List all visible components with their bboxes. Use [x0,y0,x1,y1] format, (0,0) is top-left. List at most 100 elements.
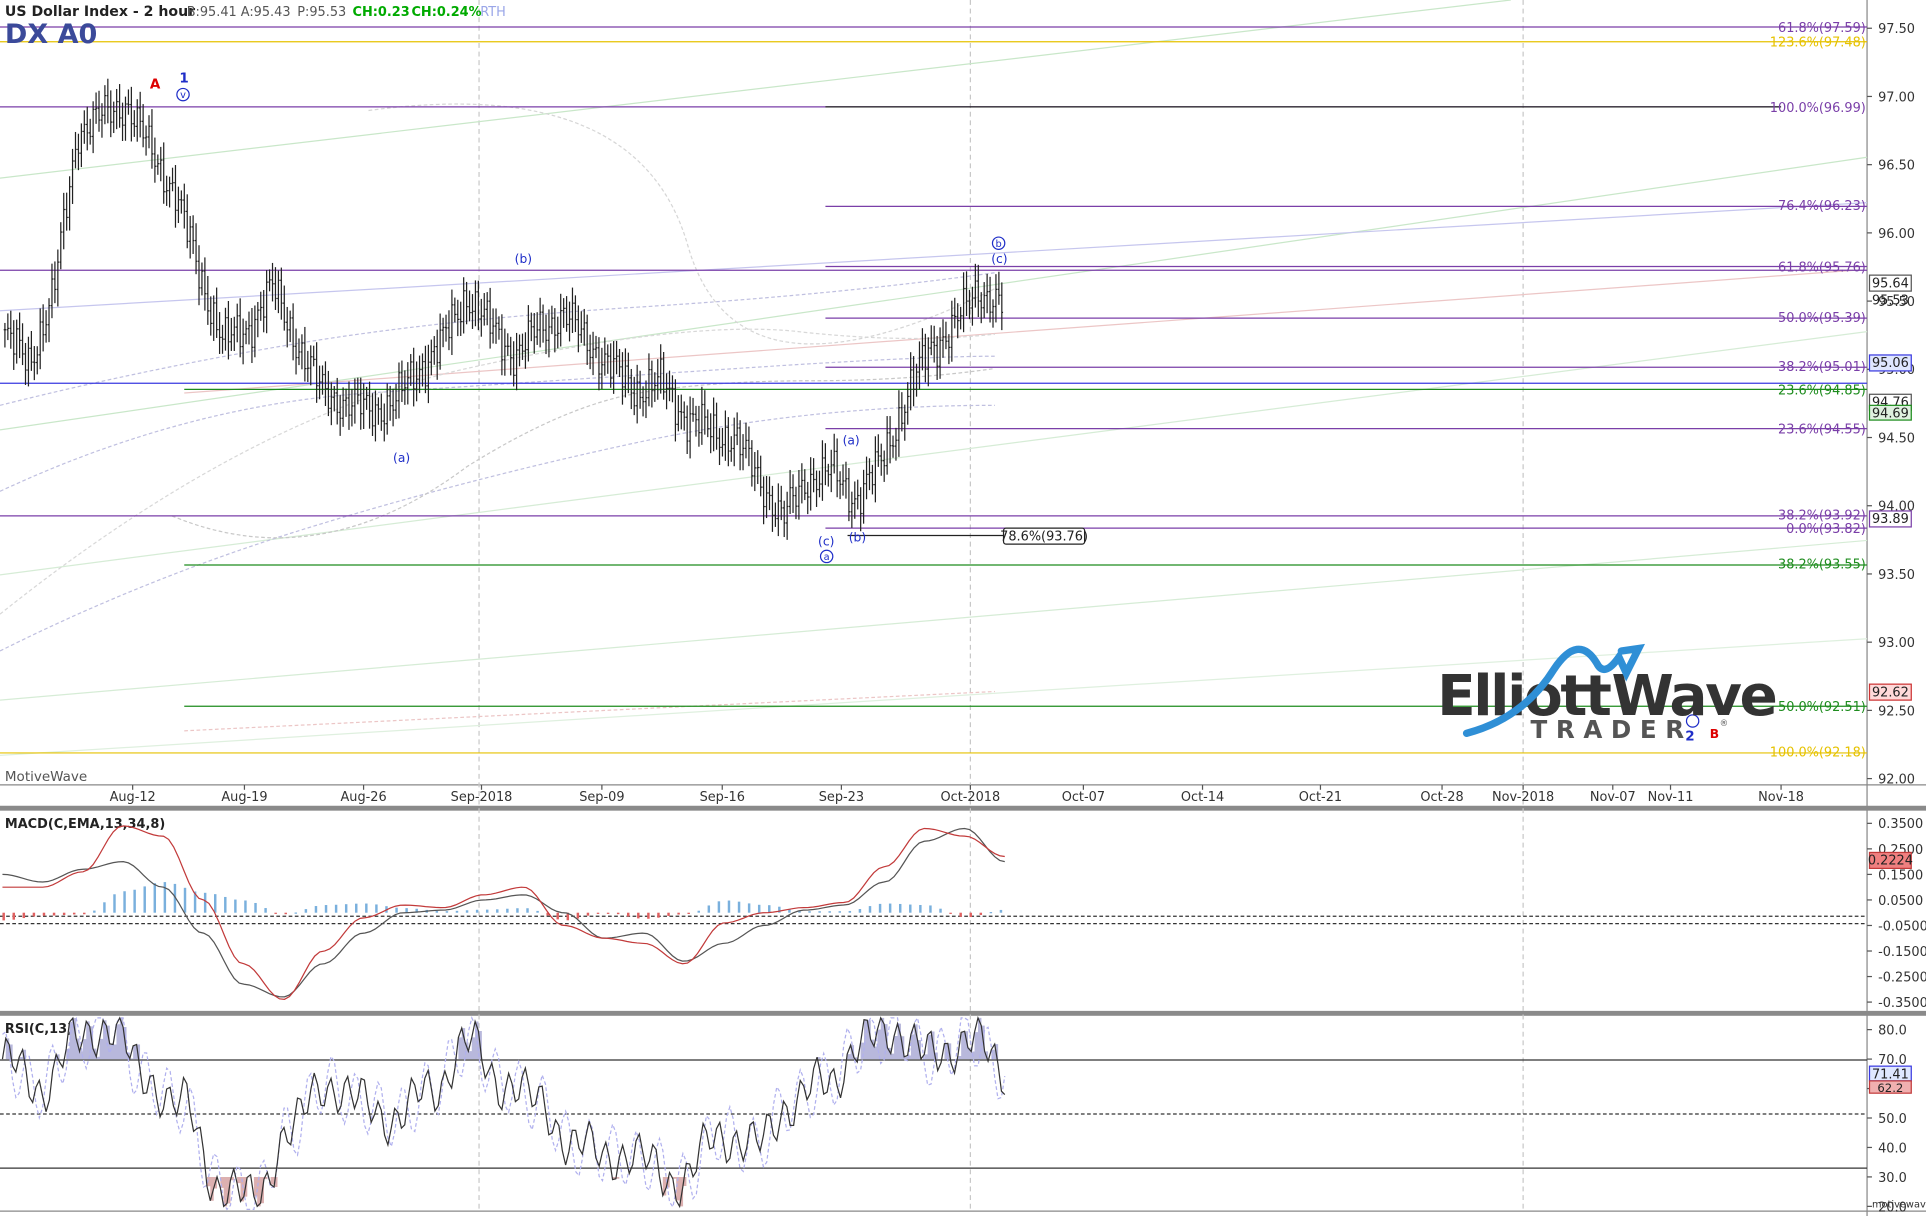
macd-tick-label: -0.0500 [1878,919,1926,934]
macd-tick-label: 0.0500 [1878,894,1923,909]
macd-bar [606,912,610,914]
macd-bar [999,909,1003,913]
macd-bar [203,892,207,913]
macd-bar [365,903,368,913]
wave-label-circle-b: b [996,239,1002,250]
price-tag: 95.53 [1872,294,1909,309]
macd-bar [12,912,15,920]
wave-label-c: (c) [818,534,834,548]
macd-bar [506,908,509,913]
change-percent: CH:0.24% [411,5,481,20]
fib-label: 23.6%(94.55) [1778,423,1866,438]
macd-bar [213,894,217,913]
date-tick-label: Nov-11 [1648,790,1694,805]
rsi-tick-label: 50.0 [1878,1112,1907,1127]
macd-bar [848,910,852,913]
date-tick-label: Oct-2018 [941,790,1001,805]
wave-label-b: (b) [515,252,532,266]
macd-bar [747,903,751,913]
date-tick-label: Sep-16 [700,790,745,805]
macd-bar [586,912,590,916]
macd-bar [395,907,398,913]
macd-bar [163,882,167,913]
fib-label: 50.0%(95.39) [1778,311,1866,326]
macd-bar [254,902,257,913]
date-tick-label: Sep-2018 [451,790,513,805]
macd-tick-label: -0.2500 [1878,970,1926,985]
wave-label-B: B [1710,727,1719,741]
fib-label: 38.2%(95.01) [1778,360,1866,375]
macd-bar [455,910,459,913]
rsi-tick-label: 40.0 [1878,1141,1907,1156]
macd-bar [657,912,660,918]
wave-label-a: (a) [393,451,410,465]
macd-bar [183,887,187,913]
macd-bar [516,908,519,913]
macd-tick-label: 0.3500 [1878,817,1923,832]
rsi-tick-label: 30.0 [1878,1171,1907,1186]
macd-bar [858,909,862,913]
macd-bar [536,910,539,913]
footer-brand: motivewave.com [1872,1199,1926,1210]
fib-label: 61.8%(95.76) [1778,260,1866,275]
macd-bar [93,910,96,913]
date-tick-label: Sep-09 [579,790,624,805]
fib-label: 76.4%(96.23) [1778,199,1866,214]
macd-bar [616,912,620,915]
macd-bar [485,909,489,913]
macd-bar [878,903,882,913]
macd-bar [284,912,287,915]
price-tag: 94.69 [1872,407,1909,422]
fib-label: 50.0%(92.51) [1778,700,1866,715]
macd-bar [294,912,298,914]
macd-bar [72,912,76,915]
wave-label-circle-a: a [824,552,830,563]
macd-bar [717,901,721,913]
macd-bar [103,902,106,913]
macd-bar [355,903,358,913]
macd-bar [314,906,318,913]
date-tick-label: Oct-28 [1420,790,1463,805]
price-chart[interactable]: 61.8%(97.59) 123.6%(97.48) 100.0%(96.99)… [0,0,1926,1216]
wave-label-a2: (a) [843,434,860,448]
price-tick-label: 93.00 [1878,636,1915,651]
svg-text:78.6%(93.76): 78.6%(93.76) [1000,529,1088,544]
macd-bar [768,905,771,913]
macd-bar [143,886,146,913]
macd-bar [32,912,36,917]
macd-bar [224,896,227,913]
bid-value: B:95.41 [187,5,237,20]
wave-label-b2: (b) [849,531,866,545]
price-tick-label: 96.00 [1878,227,1915,242]
macd-bar [123,891,126,913]
macd-bar [818,911,821,913]
macd-bar [647,912,650,919]
date-tick-label: Nov-07 [1590,790,1636,805]
macd-bar [828,911,831,913]
macd-bar [888,903,892,913]
macd-bar [596,912,600,914]
macd-bar [757,904,761,913]
macd-bar [969,912,972,918]
macd-bar [526,908,529,913]
macd-bar [898,903,902,913]
date-tick-label: Sep-23 [819,790,864,805]
rsi-secondary-value: 62.2 [1877,1081,1903,1095]
macd-bar [304,909,308,913]
macd-bar [435,910,439,913]
macd-bar [707,905,711,913]
macd-bar [153,883,157,913]
date-tick-label: Oct-14 [1181,790,1224,805]
macd-bar [727,900,731,913]
macd-bar [22,912,26,919]
price-tick-label: 92.50 [1878,704,1915,719]
ask-value: A:95.43 [241,5,291,20]
macd-bar [989,912,993,914]
macd-bar [697,910,700,913]
macd-bar [334,904,338,913]
macd-bar [445,911,449,913]
macd-bar [83,912,86,915]
date-tick-label: Nov-2018 [1492,790,1554,805]
price-tick-label: 94.50 [1878,431,1915,446]
macd-bar [2,912,5,921]
